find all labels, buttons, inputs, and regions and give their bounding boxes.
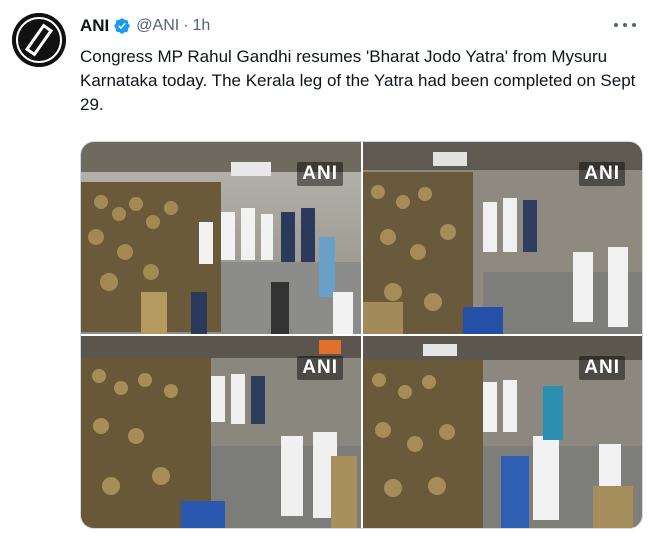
more-options-icon[interactable] <box>614 18 636 32</box>
photo-4[interactable]: ANI <box>363 336 642 528</box>
account-handle[interactable]: @ANI <box>136 17 179 35</box>
photo-2[interactable]: ANI <box>363 142 642 334</box>
tweet-card: ANI @ANI · 1h Congress MP Rahul Gandhi r… <box>0 0 650 540</box>
display-name[interactable]: ANI <box>80 16 109 36</box>
media-grid: ANI ANI ANI ANI <box>80 141 643 529</box>
ani-logo-icon <box>12 13 66 67</box>
separator: · <box>183 17 189 34</box>
timestamp[interactable]: 1h <box>193 17 211 35</box>
ani-watermark: ANI <box>297 356 343 380</box>
verified-badge-icon <box>113 17 131 35</box>
avatar[interactable] <box>12 13 66 67</box>
ani-watermark: ANI <box>297 162 343 186</box>
photo-1[interactable]: ANI <box>81 142 361 334</box>
photo-3[interactable]: ANI <box>81 336 361 528</box>
tweet-header: ANI @ANI · 1h <box>80 14 210 38</box>
ani-watermark: ANI <box>579 162 625 186</box>
ani-watermark: ANI <box>579 356 625 380</box>
tweet-text: Congress MP Rahul Gandhi resumes 'Bharat… <box>80 47 636 114</box>
